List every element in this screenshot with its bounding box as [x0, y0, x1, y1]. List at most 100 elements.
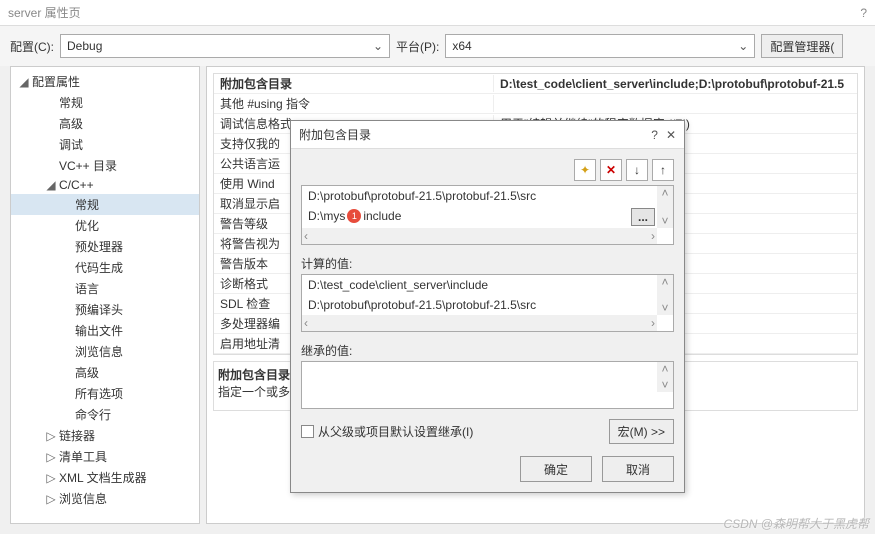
dialog-close-icon[interactable]: ✕	[666, 128, 676, 142]
tree-branch[interactable]: ▷清单工具	[11, 446, 199, 467]
tree-leaf[interactable]: 常规	[11, 194, 199, 215]
list-item[interactable]: D:\mys1include	[302, 206, 673, 226]
help-icon[interactable]: ?	[860, 6, 867, 20]
scroll-down-icon: ˅	[661, 214, 668, 228]
window-titlebar: server 属性页 ?	[0, 0, 875, 26]
tree-item-label: 浏览信息	[75, 343, 123, 360]
tree-leaf[interactable]: 调试	[11, 134, 199, 155]
tree-leaf[interactable]: 优化	[11, 215, 199, 236]
scroll-left-icon: ‹	[304, 229, 308, 243]
grid-value: D:\test_code\client_server\include;D:\pr…	[494, 77, 857, 91]
tree-leaf[interactable]: 代码生成	[11, 257, 199, 278]
vertical-scrollbar[interactable]: ˄ ˅	[657, 186, 673, 228]
tree-leaf[interactable]: 预编译头	[11, 299, 199, 320]
dialog-title: 附加包含目录	[299, 126, 371, 143]
tree-item-label: 链接器	[59, 427, 95, 444]
tree-branch[interactable]: ▷浏览信息	[11, 488, 199, 509]
arrow-up-icon: ↑	[660, 163, 666, 177]
scroll-up-icon: ˄	[661, 186, 668, 200]
dialog-toolbar: ✦ ✕ ↓ ↑	[301, 159, 674, 185]
grid-row[interactable]: 其他 #using 指令	[214, 94, 857, 114]
horizontal-scrollbar[interactable]: ‹ ›	[302, 228, 657, 244]
platform-label: 平台(P):	[396, 38, 439, 55]
dialog-footer-1: 从父级或项目默认设置继承(I) 宏(M) >>	[301, 419, 674, 444]
config-row: 配置(C): Debug ⌄ 平台(P): x64 ⌄ 配置管理器(	[0, 26, 875, 66]
tree-branch[interactable]: ◢C/C++	[11, 176, 199, 194]
dialog-help-icon[interactable]: ?	[651, 128, 658, 142]
inherited-listbox: ˄ ˅	[301, 361, 674, 409]
list-item: D:\test_code\client_server\include	[302, 275, 673, 295]
tree-leaf[interactable]: 高级	[11, 113, 199, 134]
dialog-footer-2: 确定 取消	[301, 456, 674, 482]
tree-item-label: 优化	[75, 217, 99, 234]
tree-item-label: 浏览信息	[59, 490, 107, 507]
delete-icon: ✕	[606, 163, 616, 177]
ok-button[interactable]: 确定	[520, 456, 592, 482]
nav-tree[interactable]: ◢配置属性常规高级调试VC++ 目录◢C/C++常规优化预处理器代码生成语言预编…	[10, 66, 200, 524]
collapse-icon: ◢	[46, 178, 56, 192]
computed-listbox: D:\test_code\client_server\include D:\pr…	[301, 274, 674, 332]
horizontal-scrollbar[interactable]: ‹ ›	[302, 315, 657, 331]
inherited-label: 继承的值:	[301, 342, 674, 359]
watermark: CSDN @森明帮大于黑虎帮	[723, 515, 869, 532]
list-item: D:\protobuf\protobuf-21.5\protobuf-21.5\…	[302, 295, 673, 315]
tree-leaf[interactable]: 输出文件	[11, 320, 199, 341]
tree-leaf[interactable]: 所有选项	[11, 383, 199, 404]
tree-leaf[interactable]: VC++ 目录	[11, 155, 199, 176]
new-line-button[interactable]: ✦	[574, 159, 596, 181]
entries-listbox[interactable]: D:\protobuf\protobuf-21.5\protobuf-21.5\…	[301, 185, 674, 245]
browse-button[interactable]: ...	[631, 208, 655, 226]
include-dirs-dialog: 附加包含目录 ? ✕ ✦ ✕ ↓ ↑ D:\protobuf\protobuf-…	[290, 120, 685, 493]
platform-value: x64	[452, 39, 471, 53]
tree-leaf[interactable]: 浏览信息	[11, 341, 199, 362]
list-item[interactable]: D:\protobuf\protobuf-21.5\protobuf-21.5\…	[302, 186, 673, 206]
tree-root[interactable]: ◢配置属性	[11, 71, 199, 92]
config-label: 配置(C):	[10, 38, 54, 55]
tree-leaf[interactable]: 常规	[11, 92, 199, 113]
tree-leaf[interactable]: 预处理器	[11, 236, 199, 257]
tree-leaf[interactable]: 命令行	[11, 404, 199, 425]
vertical-scrollbar[interactable]: ˄ ˅	[657, 275, 673, 315]
vertical-scrollbar[interactable]: ˄ ˅	[657, 362, 673, 392]
tree-leaf[interactable]: 高级	[11, 362, 199, 383]
grid-row[interactable]: 附加包含目录D:\test_code\client_server\include…	[214, 74, 857, 94]
tree-branch[interactable]: ▷链接器	[11, 425, 199, 446]
move-down-button[interactable]: ↓	[626, 159, 648, 181]
tree-item-label: C/C++	[59, 178, 94, 192]
tree-leaf[interactable]: 语言	[11, 278, 199, 299]
sparkle-icon: ✦	[580, 163, 590, 177]
tree-item-label: 清单工具	[59, 448, 107, 465]
expand-icon: ▷	[46, 429, 56, 443]
entry-text-pre: D:\mys	[308, 209, 345, 223]
checkbox-box	[301, 425, 314, 438]
tree-branch[interactable]: ▷XML 文档生成器	[11, 467, 199, 488]
inherit-checkbox-label: 从父级或项目默认设置继承(I)	[318, 423, 473, 440]
tree-item-label: 所有选项	[75, 385, 123, 402]
inherit-checkbox[interactable]: 从父级或项目默认设置继承(I)	[301, 423, 473, 440]
entry-text-post: include	[363, 209, 401, 223]
tree-item-label: 语言	[75, 280, 99, 297]
cancel-button[interactable]: 取消	[602, 456, 674, 482]
config-select[interactable]: Debug ⌄	[60, 34, 390, 58]
tree-item-label: 命令行	[75, 406, 111, 423]
arrow-down-icon: ↓	[634, 163, 640, 177]
delete-line-button[interactable]: ✕	[600, 159, 622, 181]
tree-item-label: XML 文档生成器	[59, 469, 147, 486]
move-up-button[interactable]: ↑	[652, 159, 674, 181]
platform-select[interactable]: x64 ⌄	[445, 34, 755, 58]
expand-icon: ▷	[46, 471, 56, 485]
scroll-down-icon: ˅	[661, 378, 668, 392]
config-manager-button[interactable]: 配置管理器(	[761, 34, 843, 58]
tree-item-label: 常规	[75, 196, 99, 213]
scroll-down-icon: ˅	[661, 301, 668, 315]
macro-button[interactable]: 宏(M) >>	[609, 419, 674, 444]
tree-item-label: 预处理器	[75, 238, 123, 255]
chevron-down-icon: ⌄	[373, 39, 383, 53]
config-value: Debug	[67, 39, 102, 53]
scroll-up-icon: ˄	[661, 275, 668, 289]
tree-item-label: 高级	[75, 364, 99, 381]
expand-icon: ▷	[46, 450, 56, 464]
tree-item-label: 输出文件	[75, 322, 123, 339]
scroll-up-icon: ˄	[661, 362, 668, 376]
scroll-right-icon: ›	[651, 316, 655, 330]
